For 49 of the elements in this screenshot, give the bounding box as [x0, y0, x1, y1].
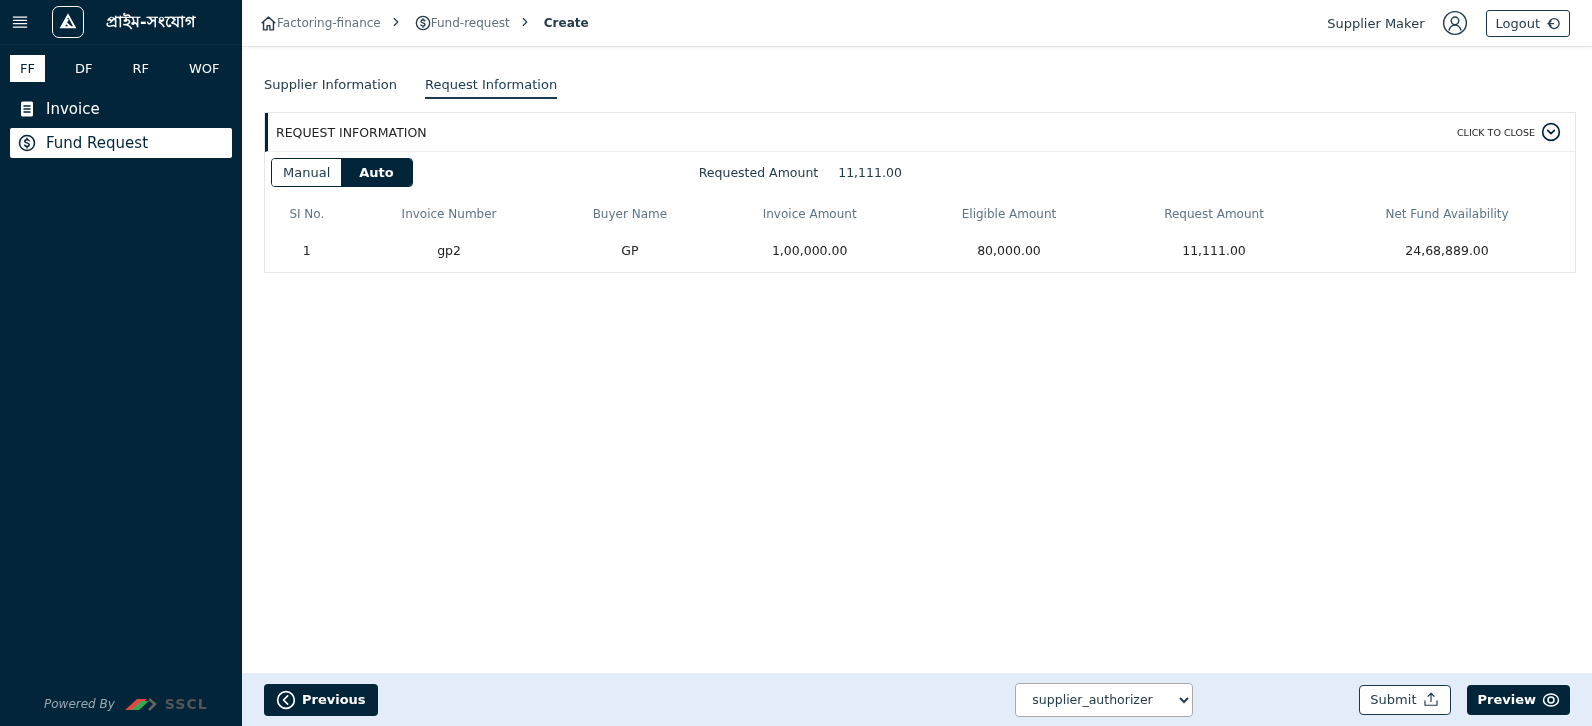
column-header: Request Amount — [1163, 206, 1265, 223]
table-cell-text: GP — [620, 242, 640, 260]
user-name: Supplier Maker — [1327, 15, 1425, 31]
user-avatar-icon — [1442, 10, 1469, 36]
tab[interactable]: Request Information — [424, 73, 558, 99]
table-cell-text: 80,000.00 — [976, 242, 1042, 260]
logout-button[interactable]: Logout — [1486, 9, 1570, 37]
dollar-coin-icon — [18, 134, 36, 152]
document-icon — [18, 100, 36, 118]
sidebar-item[interactable]: Invoice — [10, 94, 232, 124]
app-logo-icon — [52, 6, 84, 38]
column-header: Buyer Name — [591, 206, 669, 223]
table-cell-text: 11,111.00 — [1181, 242, 1247, 260]
previous-button[interactable]: Previous — [264, 683, 378, 716]
breadcrumb-link[interactable]: Factoring-finance — [277, 16, 381, 30]
sidebar-item[interactable]: Fund Request — [10, 128, 232, 158]
requested-amount-value: 11,111.00 — [838, 165, 902, 180]
column-header: SI No. — [288, 206, 326, 223]
upload-tray-icon — [1422, 690, 1441, 709]
table-cell-text: 24,68,889.00 — [1404, 242, 1490, 260]
role-select[interactable]: supplier_authorizer — [1015, 682, 1194, 717]
app-brand-name: প্রাইম-সংযোগ — [106, 10, 195, 33]
breadcrumb-link[interactable]: Fund-request — [430, 16, 510, 30]
powered-by-text: Powered By — [44, 697, 115, 711]
click-to-close-button[interactable]: CLICK TO CLOSE — [1451, 121, 1567, 143]
table-cell-text: 1 — [301, 242, 312, 260]
tab[interactable]: Supplier Information — [264, 73, 397, 99]
table-cell-text: 1,00,000.00 — [770, 242, 849, 260]
panel-title: REQUEST INFORMATION — [276, 124, 427, 140]
preview-button[interactable]: Preview — [1467, 684, 1570, 715]
requested-amount-label: Requested Amount — [698, 165, 819, 180]
column-header: Net Fund Availability — [1384, 206, 1510, 223]
column-header: Invoice Number — [400, 206, 498, 223]
column-header: Invoice Amount — [761, 206, 858, 223]
module-tab[interactable]: WOF — [179, 55, 230, 82]
chevron-down-circle-icon — [1541, 122, 1561, 142]
submit-button[interactable]: Submit — [1359, 684, 1452, 715]
logout-icon — [1546, 15, 1561, 31]
eye-icon — [1542, 690, 1560, 709]
table-cell-text: gp2 — [436, 242, 462, 260]
column-header: Eligible Amount — [960, 206, 1058, 223]
chevron-left-circle-icon — [276, 689, 296, 710]
module-tab[interactable]: RF — [122, 55, 159, 82]
mode-option[interactable]: Auto — [341, 159, 412, 186]
module-tab[interactable]: FF — [10, 55, 45, 82]
module-tab[interactable]: DF — [64, 55, 103, 82]
home-icon — [260, 14, 277, 32]
dollar-coin-icon — [414, 15, 431, 31]
vendor-name: SSCL — [164, 696, 208, 712]
